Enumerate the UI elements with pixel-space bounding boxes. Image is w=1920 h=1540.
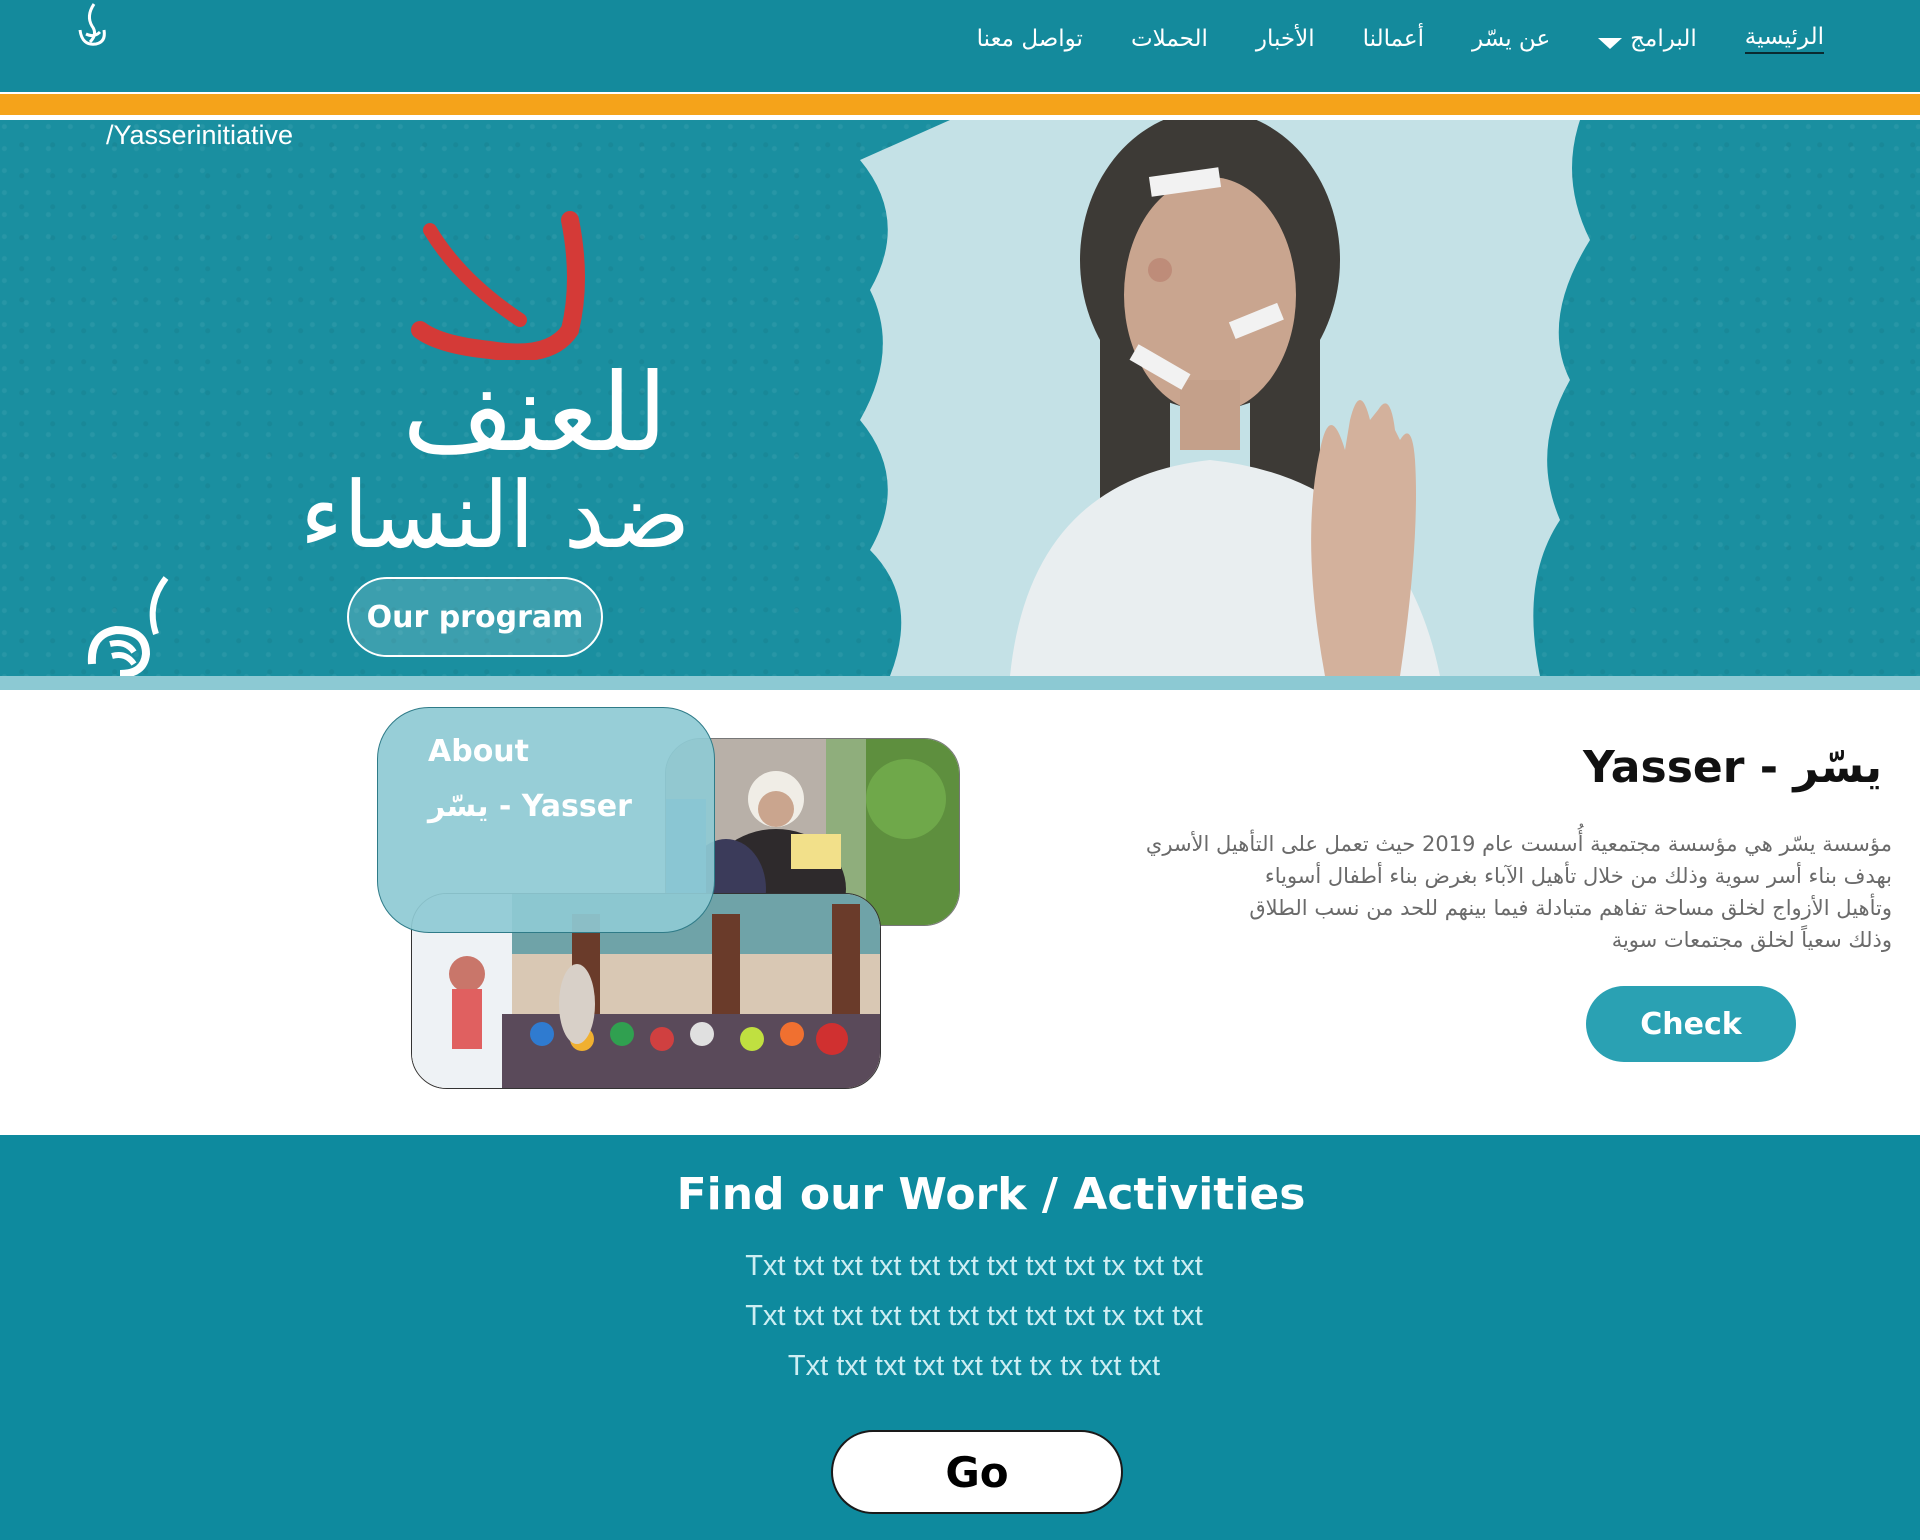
nav-item-contact-label: تواصل معنا xyxy=(976,26,1083,52)
our-program-button[interactable]: Our program xyxy=(347,577,603,657)
nav-item-works[interactable]: أعمالنا xyxy=(1363,26,1424,52)
yasser-logo-icon xyxy=(87,576,169,676)
nav-item-home[interactable]: الرئيسية xyxy=(1744,24,1824,54)
about-paragraph-line: وذلك سعياً لخلق مجتمعات سوية xyxy=(1611,928,1892,952)
chevron-down-icon xyxy=(1598,37,1623,49)
nav-item-campaigns[interactable]: الحملات xyxy=(1131,26,1208,52)
nav-item-news[interactable]: الأخبار xyxy=(1256,26,1315,52)
about-card-subtitle: يسّر - Yasser xyxy=(428,789,632,824)
about-heading: Yasser - يسّر xyxy=(1582,742,1882,793)
work-activities-section: Find our Work / Activities Txt txt txt t… xyxy=(0,1135,1920,1540)
main-nav-menu: الرئيسية البرامج عن يسّر أعمالنا الأخبار… xyxy=(977,24,1824,54)
work-description-line: Txt txt txt txt txt txt tx tx txt txt xyxy=(787,1350,1161,1382)
work-section-title: Find our Work / Activities xyxy=(676,1169,1306,1220)
accent-stripe xyxy=(0,92,1920,118)
nav-item-about-label: عن يسّر xyxy=(1472,26,1551,52)
work-description: Txt txt txt txt txt txt txt txt txt tx t… xyxy=(0,1241,1920,1391)
nav-item-home-label: الرئيسية xyxy=(1744,24,1824,50)
hero-portrait-image xyxy=(860,120,1590,676)
hero-banner: /Yasserinitiative للعنف ضد النساء Our pr… xyxy=(0,120,1920,676)
nav-item-news-label: الأخبار xyxy=(1255,26,1315,52)
check-button[interactable]: Check xyxy=(1586,986,1796,1062)
nav-item-works-label: أعمالنا xyxy=(1362,26,1425,52)
nav-item-contact[interactable]: تواصل معنا xyxy=(977,26,1083,52)
top-navbar: الرئيسية البرامج عن يسّر أعمالنا الأخبار… xyxy=(0,0,1920,92)
nav-item-about[interactable]: عن يسّر xyxy=(1472,26,1550,52)
hero-la-calligraphy xyxy=(411,211,585,360)
about-card: About يسّر - Yasser xyxy=(377,707,715,933)
nav-item-campaigns-label: الحملات xyxy=(1130,26,1208,52)
about-section: About يسّر - Yasser Yasser - يسّر مؤسسة … xyxy=(0,690,1920,1135)
hero-title-line-2: ضد النساء xyxy=(299,462,691,569)
hero-title-line-1: للعنف xyxy=(402,351,668,476)
work-description-line: Txt txt txt txt txt txt txt txt txt tx t… xyxy=(745,1250,1203,1282)
about-card-title: About xyxy=(428,734,530,769)
go-button[interactable]: Go xyxy=(831,1430,1123,1514)
about-paragraph: مؤسسة يسّر هي مؤسسة مجتمعية أُسست عام 20… xyxy=(1032,828,1892,956)
social-handle: /Yasserinitiative xyxy=(106,120,294,150)
nav-item-programs[interactable]: البرامج xyxy=(1598,26,1697,52)
about-paragraph-line: مؤسسة يسّر هي مؤسسة مجتمعية أُسست عام 20… xyxy=(1145,832,1892,856)
work-description-line: Txt txt txt txt txt txt txt txt txt tx t… xyxy=(745,1300,1203,1332)
yasser-logo-icon[interactable] xyxy=(72,0,114,56)
about-paragraph-line: بهدف بناء أسر سوية وذلك من خلال تأهيل ال… xyxy=(1264,864,1892,888)
about-paragraph-line: وتأهيل الأزواج لخلق مساحة تفاهم متبادلة … xyxy=(1249,896,1892,920)
hero-bottom-stripe xyxy=(0,676,1920,690)
nav-item-programs-label: البرامج xyxy=(1630,26,1697,52)
